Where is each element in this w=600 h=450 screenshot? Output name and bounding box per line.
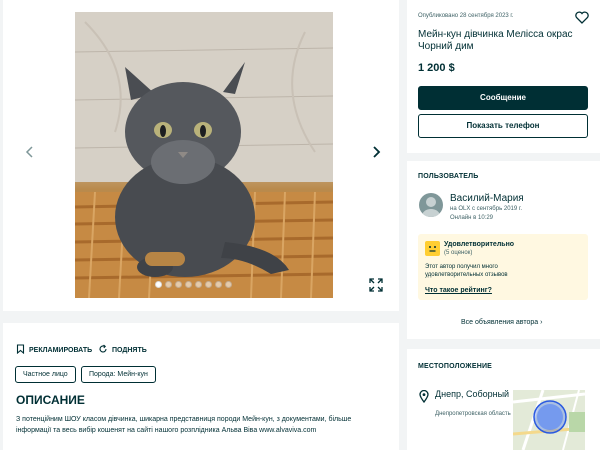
chevron-left-icon[interactable] — [22, 143, 38, 161]
listing-photo[interactable] — [75, 12, 333, 298]
expand-icon[interactable] — [369, 278, 383, 292]
gallery-dot[interactable] — [155, 281, 162, 288]
promote-button[interactable]: РЕКЛАМИРОВАТЬ — [16, 344, 92, 356]
heart-icon[interactable] — [575, 11, 589, 24]
gallery-dot[interactable] — [185, 281, 192, 288]
seller-since: на OLX с сентябрь 2019 г. — [450, 206, 523, 212]
gallery-dot[interactable] — [205, 281, 212, 288]
listing-summary: Опубликовано 28 сентября 2023 г. Мейн-ку… — [407, 0, 600, 153]
gallery-dots — [155, 281, 232, 288]
show-phone-button[interactable]: Показать телефон — [418, 114, 588, 138]
rating-count: (5 оценок) — [444, 250, 473, 256]
gallery-dot[interactable] — [195, 281, 202, 288]
location-card: МЕСТОПОЛОЖЕНИЕ Днепр, Соборный Днепропет… — [407, 349, 600, 450]
message-button[interactable]: Сообщение — [418, 86, 588, 110]
chevron-right-icon[interactable] — [368, 143, 384, 161]
gallery-dot[interactable] — [215, 281, 222, 288]
rating-title: Удовлетворительно — [444, 241, 515, 248]
gallery-dot[interactable] — [225, 281, 232, 288]
seller-section-title: ПОЛЬЗОВАТЕЛЬ — [418, 173, 479, 180]
refresh-label: ПОДНЯТЬ — [112, 346, 147, 354]
bookmark-icon — [16, 344, 25, 356]
location-region: Днепропетровская область — [435, 411, 511, 417]
refresh-icon — [98, 344, 108, 356]
refresh-button[interactable]: ПОДНЯТЬ — [98, 344, 147, 356]
all-ads-label: Все объявления автора — [461, 319, 539, 326]
all-seller-ads-link[interactable]: Все объявления автора › — [461, 319, 542, 326]
promote-label: РЕКЛАМИРОВАТЬ — [29, 346, 93, 354]
rating-description: Этот автор получил много удовлетворитель… — [425, 264, 508, 278]
description-text: З потенційним ШОУ класом дівчинка, шикар… — [16, 416, 352, 434]
gallery-dot[interactable] — [165, 281, 172, 288]
location-section-title: МЕСТОПОЛОЖЕНИЕ — [418, 363, 493, 370]
tag-seller-type: Частное лицо — [15, 366, 76, 383]
avatar[interactable] — [419, 193, 443, 217]
location-map[interactable] — [513, 390, 585, 450]
description-heading: ОПИСАНИЕ — [16, 393, 85, 407]
description-card: РЕКЛАМИРОВАТЬ ПОДНЯТЬ Частное лицо Пород… — [3, 323, 399, 450]
photo-gallery — [3, 0, 399, 311]
tag-breed: Порода: Мейн-кун — [81, 366, 156, 383]
rating-info-link[interactable]: Что такое рейтинг? — [425, 287, 492, 294]
listing-price: 1 200 $ — [418, 62, 455, 74]
gallery-dot[interactable] — [175, 281, 182, 288]
seller-card: ПОЛЬЗОВАТЕЛЬ Василий-Мария на OLX с сент… — [407, 161, 600, 339]
location-city: Днепр, Соборный — [435, 389, 510, 399]
rating-face-icon — [425, 241, 440, 256]
seller-rating: Удовлетворительно (5 оценок) Этот автор … — [418, 234, 588, 300]
published-date: Опубликовано 28 сентября 2023 г. — [418, 13, 514, 19]
chevron-right-icon: › — [540, 319, 543, 326]
listing-title: Мейн-кун дівчинка Мелісса окрас Чорний д… — [418, 29, 573, 52]
seller-online-status: Онлайн в 10:29 — [450, 215, 494, 221]
location-pin-icon — [419, 389, 429, 404]
seller-name[interactable]: Василий-Мария — [450, 193, 524, 204]
